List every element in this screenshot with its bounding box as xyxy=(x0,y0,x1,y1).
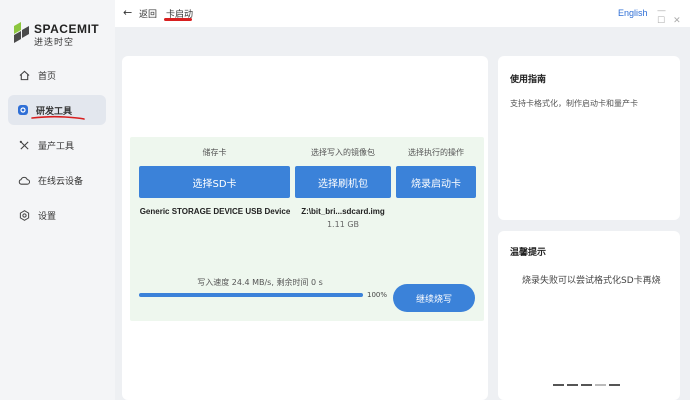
window-controls: —☐✕ xyxy=(657,6,690,26)
device-name: Generic STORAGE DEVICE USB Device xyxy=(139,207,291,216)
maximize-icon[interactable]: ☐ xyxy=(657,16,673,26)
sidebar-item-cloud-device[interactable]: 在线云设备 xyxy=(8,165,106,195)
guide-text: 支持卡格式化，制作启动卡和量产卡 xyxy=(510,99,638,108)
carousel-dot[interactable] xyxy=(595,384,606,386)
write-speed-status: 写入速度 24.4 MB/s, 剩余时间 0 s xyxy=(197,278,323,287)
sidebar-item-settings[interactable]: 设置 xyxy=(8,200,106,230)
progress-percent: 100% xyxy=(367,291,388,299)
image-path: Z:\bit_bri...sdcard.img xyxy=(301,207,385,216)
burn-boot-card-button[interactable]: 烧录启动卡 xyxy=(396,166,476,198)
cloud-device-icon xyxy=(18,174,30,186)
back-link[interactable]: 返回 xyxy=(139,7,157,20)
carousel-dot[interactable] xyxy=(553,384,564,386)
back-arrow-icon[interactable]: ← xyxy=(123,6,132,19)
guide-title: 使用指南 xyxy=(510,75,547,85)
column-header-image: 选择写入的镜像包 xyxy=(311,148,375,157)
close-icon[interactable]: ✕ xyxy=(673,16,689,26)
brand-name: SPACEMIT xyxy=(34,22,100,36)
tips-title: 温馨提示 xyxy=(510,248,547,258)
tips-card: 温馨提示 烧录失败可以尝试格式化SD卡再烧 xyxy=(498,231,680,400)
progress-bar xyxy=(139,293,363,297)
annotation-underline xyxy=(164,18,192,21)
dev-tools-icon xyxy=(18,105,28,115)
carousel-dots xyxy=(553,384,620,386)
select-sd-card-button[interactable]: 选择SD卡 xyxy=(139,166,290,198)
continue-burn-button[interactable]: 继续烧写 xyxy=(393,284,475,312)
guide-card: 使用指南 支持卡格式化，制作启动卡和量产卡 xyxy=(498,56,680,220)
production-tools-icon xyxy=(18,139,30,151)
gear-icon xyxy=(18,209,30,221)
sidebar-item-production-tools[interactable]: 量产工具 xyxy=(8,130,106,160)
brand-subtitle: 进迭时空 xyxy=(34,38,75,48)
sidebar-nav: 首页 研发工具 量产工具 在线云设备 设置 xyxy=(8,60,106,235)
sidebar-item-label: 首页 xyxy=(38,71,57,82)
sidebar-item-label: 在线云设备 xyxy=(38,176,84,187)
select-image-button[interactable]: 选择刷机包 xyxy=(295,166,391,198)
sidebar-item-home[interactable]: 首页 xyxy=(8,60,106,90)
home-icon xyxy=(18,69,30,81)
column-header-storage: 储存卡 xyxy=(202,148,227,157)
sidebar: SPACEMIT 进迭时空 首页 研发工具 量产工具 在线云设备 设置 xyxy=(0,0,115,400)
image-size: 1.11 GB xyxy=(326,220,360,229)
sidebar-item-label: 设置 xyxy=(38,211,57,222)
tips-text: 烧录失败可以尝试格式化SD卡再烧 xyxy=(522,276,661,286)
language-switch[interactable]: English xyxy=(618,8,648,18)
logo-mark-icon xyxy=(14,22,29,43)
column-header-operation: 选择执行的操作 xyxy=(408,148,464,157)
sidebar-item-label: 量产工具 xyxy=(38,141,75,152)
carousel-dot[interactable] xyxy=(567,384,578,386)
progress-fill xyxy=(139,293,363,297)
brand-logo: SPACEMIT 进迭时空 xyxy=(12,20,112,48)
top-header: ← 返回 卡启动 English —☐✕ xyxy=(115,0,690,27)
minimize-icon[interactable]: — xyxy=(657,6,674,16)
carousel-dot[interactable] xyxy=(581,384,592,386)
carousel-dot[interactable] xyxy=(609,384,620,386)
annotation-underline xyxy=(31,115,85,120)
